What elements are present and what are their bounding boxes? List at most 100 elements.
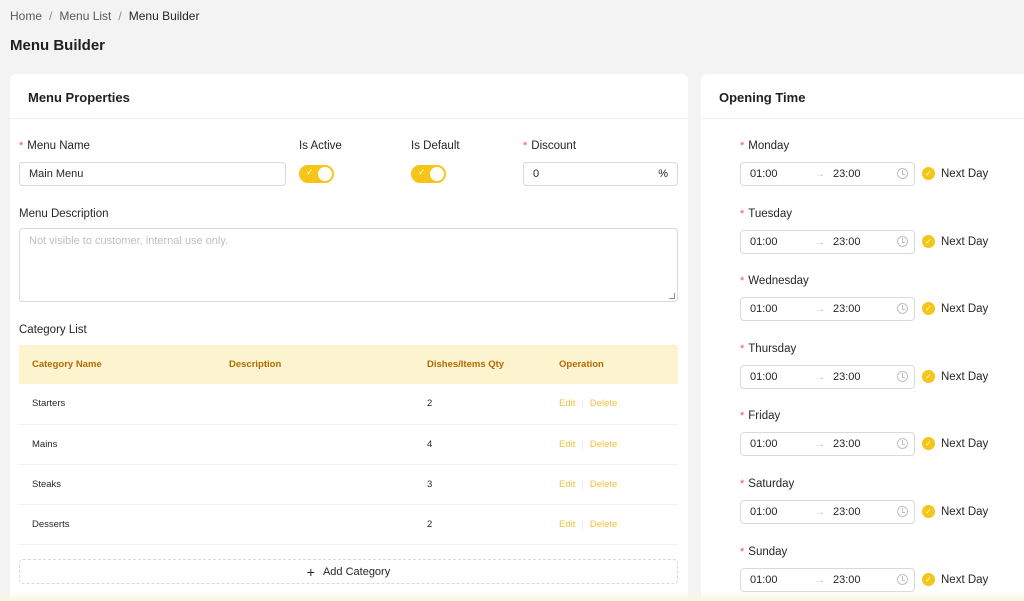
is-default-label: Is Default [411,140,460,152]
required-mark: * [740,208,745,220]
next-day-checkbox[interactable]: ✓ Next Day [922,302,988,315]
table-row: Starters 2 Edit | Delete [19,384,678,425]
clock-icon [897,303,908,314]
required-mark: * [740,140,745,152]
next-day-checkbox[interactable]: ✓ Next Day [922,235,988,248]
breadcrumb-home[interactable]: Home [10,9,42,23]
next-day-checkbox[interactable]: ✓ Next Day [922,437,988,450]
column-header: Description [216,345,414,384]
time-range-sunday[interactable]: 01:00 → 23:00 [740,568,915,592]
time-range-wednesday[interactable]: 01:00 → 23:00 [740,297,915,321]
category-list-label: Category List [19,324,87,336]
check-icon: ✓ [418,167,426,177]
menu-properties-title: Menu Properties [10,74,688,119]
menu-description-textarea[interactable]: Not visible to customer, internal use on… [19,228,678,302]
edit-link[interactable]: Edit [559,479,575,490]
end-time[interactable]: 23:00 [833,506,861,518]
add-category-label: Add Category [322,565,391,578]
is-default-toggle[interactable]: ✓ [411,165,446,183]
operation-cell: Edit | Delete [546,424,678,465]
operation-cell: Edit | Delete [546,504,678,545]
add-category-button[interactable]: + Add Category [19,559,678,584]
breadcrumb-separator: / [118,9,122,23]
required-mark: * [19,140,24,152]
percent-suffix: % [658,168,668,180]
category-description-cell [216,384,414,425]
clock-icon [897,574,908,585]
time-range-saturday[interactable]: 01:00 → 23:00 [740,500,915,524]
day-label-monday: * Monday [740,140,790,152]
breadcrumb: Home / Menu List / Menu Builder [10,9,199,23]
category-description-cell [216,504,414,545]
check-circle-icon: ✓ [922,573,935,586]
menu-description-label: Menu Description [19,208,109,220]
start-time[interactable]: 01:00 [750,506,778,518]
next-day-checkbox[interactable]: ✓ Next Day [922,505,988,518]
breadcrumb-separator: / [49,9,53,23]
delete-link[interactable]: Delete [590,398,617,409]
table-header-row: Category Name Description Dishes/Items Q… [19,345,678,384]
arrow-right-icon: → [815,371,825,383]
check-icon: ✓ [306,167,314,177]
check-circle-icon: ✓ [922,235,935,248]
check-circle-icon: ✓ [922,505,935,518]
category-name-cell: Steaks [19,464,216,505]
category-qty-cell: 2 [414,384,546,425]
edit-link[interactable]: Edit [559,519,575,530]
category-table: Category Name Description Dishes/Items Q… [19,345,678,545]
required-mark: * [740,478,745,490]
menu-properties-card: Menu Properties * Menu Name Main Menu Is … [10,74,688,601]
category-qty-cell: 3 [414,464,546,505]
delete-link[interactable]: Delete [590,439,617,450]
category-description-cell [216,464,414,505]
start-time[interactable]: 01:00 [750,168,778,180]
check-circle-icon: ✓ [922,370,935,383]
required-mark: * [740,546,745,558]
delete-link[interactable]: Delete [590,519,617,530]
end-time[interactable]: 23:00 [833,303,861,315]
menu-name-label: * Menu Name [19,140,90,152]
breadcrumb-menu-list[interactable]: Menu List [59,9,111,23]
category-name-cell: Desserts [19,504,216,545]
column-header: Category Name [19,345,216,384]
time-range-friday[interactable]: 01:00 → 23:00 [740,432,915,456]
start-time[interactable]: 01:00 [750,236,778,248]
menu-name-input[interactable]: Main Menu [19,162,286,186]
time-range-tuesday[interactable]: 01:00 → 23:00 [740,230,915,254]
clock-icon [897,236,908,247]
start-time[interactable]: 01:00 [750,303,778,315]
operation-cell: Edit | Delete [546,384,678,425]
day-label-friday: * Friday [740,410,781,422]
is-active-toggle[interactable]: ✓ [299,165,334,183]
start-time[interactable]: 01:00 [750,371,778,383]
time-range-monday[interactable]: 01:00 → 23:00 [740,162,915,186]
check-circle-icon: ✓ [922,302,935,315]
required-mark: * [740,343,745,355]
end-time[interactable]: 23:00 [833,371,861,383]
category-description-cell [216,424,414,465]
edit-link[interactable]: Edit [559,439,575,450]
delete-link[interactable]: Delete [590,479,617,490]
end-time[interactable]: 23:00 [833,236,861,248]
next-day-checkbox[interactable]: ✓ Next Day [922,167,988,180]
start-time[interactable]: 01:00 [750,574,778,586]
discount-label: * Discount [523,140,577,152]
required-mark: * [740,275,745,287]
day-label-wednesday: * Wednesday [740,275,809,287]
end-time[interactable]: 23:00 [833,168,861,180]
end-time[interactable]: 23:00 [833,438,861,450]
edit-link[interactable]: Edit [559,398,575,409]
end-time[interactable]: 23:00 [833,574,861,586]
table-row: Mains 4 Edit | Delete [19,424,678,465]
next-day-checkbox[interactable]: ✓ Next Day [922,573,988,586]
discount-input[interactable]: 0% [523,162,678,186]
start-time[interactable]: 01:00 [750,438,778,450]
time-range-thursday[interactable]: 01:00 → 23:00 [740,365,915,389]
next-day-checkbox[interactable]: ✓ Next Day [922,370,988,383]
bottom-fade [0,591,1024,601]
arrow-right-icon: → [815,438,825,450]
day-label-sunday: * Sunday [740,546,788,558]
day-label-tuesday: * Tuesday [740,208,792,220]
resize-handle-icon[interactable] [669,293,675,299]
arrow-right-icon: → [815,303,825,315]
